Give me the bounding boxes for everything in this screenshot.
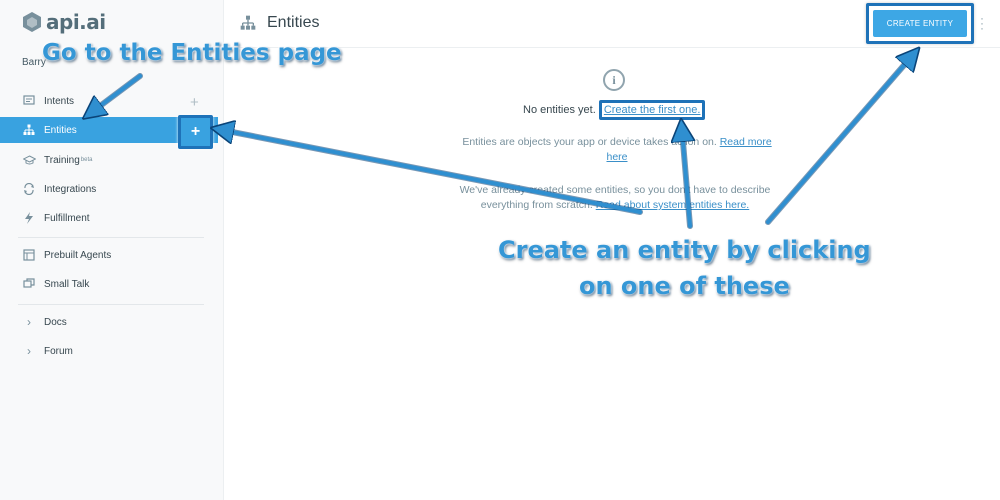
sidebar-item-docs[interactable]: › Docs — [0, 309, 224, 335]
entities-icon — [22, 123, 36, 137]
training-icon — [22, 153, 36, 167]
sidebar-divider — [18, 237, 204, 238]
sidebar-divider — [18, 304, 204, 305]
create-entity-highlight: CREATE ENTITY — [866, 3, 974, 44]
create-first-link-highlight: Create the first one. — [598, 100, 706, 120]
create-first-entity-link[interactable]: Create the first one. — [604, 104, 701, 116]
sidebar-item-prebuilt-agents[interactable]: Prebuilt Agents — [0, 242, 224, 268]
read-more-here-link[interactable]: here — [606, 151, 627, 163]
chevron-right-icon: › — [27, 315, 31, 329]
sidebar-item-label: Training — [44, 154, 80, 166]
page-title: Entities — [267, 14, 320, 31]
entities-icon — [240, 15, 256, 30]
empty-state-message: No entities yet. Create the first one. — [523, 100, 706, 120]
entities-description: Entities are objects your app or device … — [452, 135, 782, 165]
annotation-goto-entities: Go to the Entities page — [42, 40, 342, 66]
read-more-link[interactable]: Read more — [720, 136, 772, 148]
api-ai-logo-icon — [23, 12, 41, 32]
chevron-right-icon: › — [27, 344, 31, 358]
sidebar-item-label: Small Talk — [44, 278, 90, 290]
entities-description-text: Entities are objects your app or device … — [462, 136, 717, 148]
sidebar-item-label: Fulfillment — [44, 212, 90, 224]
sidebar-item-label: Entities — [44, 124, 77, 136]
sidebar-item-fulfillment[interactable]: Fulfillment — [0, 205, 224, 231]
system-entities-text: We've already created some entities, so … — [459, 184, 771, 196]
annotation-line-2: on one of these — [578, 272, 790, 300]
system-entities-text-2: everything from scratch. — [480, 199, 593, 211]
sidebar: api.ai Barry Intents + Entities + Traini… — [0, 0, 224, 500]
logo-text: api.ai — [46, 10, 106, 34]
add-entity-button[interactable]: + — [178, 115, 213, 149]
empty-state-text: No entities yet. — [523, 104, 596, 116]
annotation-line-1: Create an entity by clicking — [498, 236, 871, 264]
info-icon: i — [603, 69, 625, 91]
fulfillment-icon — [22, 211, 36, 225]
prebuilt-agents-icon — [22, 248, 36, 262]
sidebar-item-training[interactable]: Training beta — [0, 147, 224, 173]
sidebar-item-label: Docs — [44, 316, 67, 328]
logo[interactable]: api.ai — [22, 10, 106, 34]
sidebar-item-integrations[interactable]: Integrations — [0, 176, 224, 202]
more-options-icon[interactable]: · · · — [980, 12, 984, 34]
system-entities-link[interactable]: Read about system entities here. — [596, 199, 750, 211]
sidebar-item-label: Forum — [44, 345, 73, 357]
integrations-icon — [22, 182, 36, 196]
intents-icon — [22, 94, 36, 108]
sidebar-item-label: Prebuilt Agents — [44, 249, 112, 261]
sidebar-item-small-talk[interactable]: Small Talk — [0, 271, 224, 297]
small-talk-icon — [22, 277, 36, 291]
system-entities-description: We've already created some entities, so … — [440, 183, 790, 213]
sidebar-item-label: Integrations — [44, 183, 97, 195]
sidebar-item-label: Intents — [44, 95, 75, 107]
beta-badge: beta — [80, 157, 93, 163]
sidebar-item-forum[interactable]: › Forum — [0, 338, 224, 364]
annotation-create-entity: Create an entity by clicking on one of t… — [498, 232, 871, 304]
create-entity-button[interactable]: CREATE ENTITY — [873, 10, 967, 37]
add-intent-button[interactable]: + — [190, 94, 199, 111]
